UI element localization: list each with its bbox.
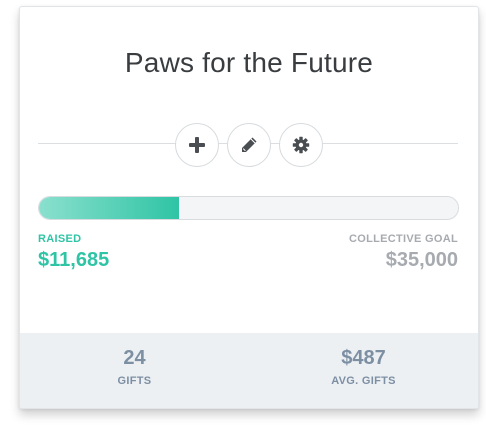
gifts-count: 24 [123, 347, 146, 369]
gear-icon [292, 136, 310, 154]
action-bar [20, 123, 478, 167]
raised-label: RAISED [38, 233, 82, 245]
plus-icon [188, 136, 206, 154]
campaign-title: Paws for the Future [124, 47, 374, 78]
goal-amount: $35,000 [385, 249, 458, 271]
pencil-icon [240, 136, 258, 154]
add-button[interactable] [175, 123, 219, 167]
campaign-card: Paws for the Future RAISED $11,685 COLLE… [19, 6, 479, 409]
avg-gift-amount: $487 [341, 347, 386, 369]
progress-fill [39, 197, 179, 219]
avg-gift-stat: $487 AVG. GIFTS [249, 333, 478, 408]
goal-label: COLLECTIVE GOAL [349, 233, 458, 245]
goal-stat: COLLECTIVE GOAL $35,000 [349, 233, 458, 272]
settings-button[interactable] [279, 123, 323, 167]
avg-gift-label: AVG. GIFTS [331, 375, 396, 387]
stats-footer: 24 GIFTS $487 AVG. GIFTS [20, 333, 478, 408]
raised-amount: $11,685 [38, 249, 110, 271]
gifts-label: GIFTS [117, 375, 152, 387]
progress-bar [38, 196, 459, 220]
edit-button[interactable] [227, 123, 271, 167]
gifts-stat: 24 GIFTS [20, 333, 249, 408]
raised-stat: RAISED $11,685 [38, 233, 109, 272]
